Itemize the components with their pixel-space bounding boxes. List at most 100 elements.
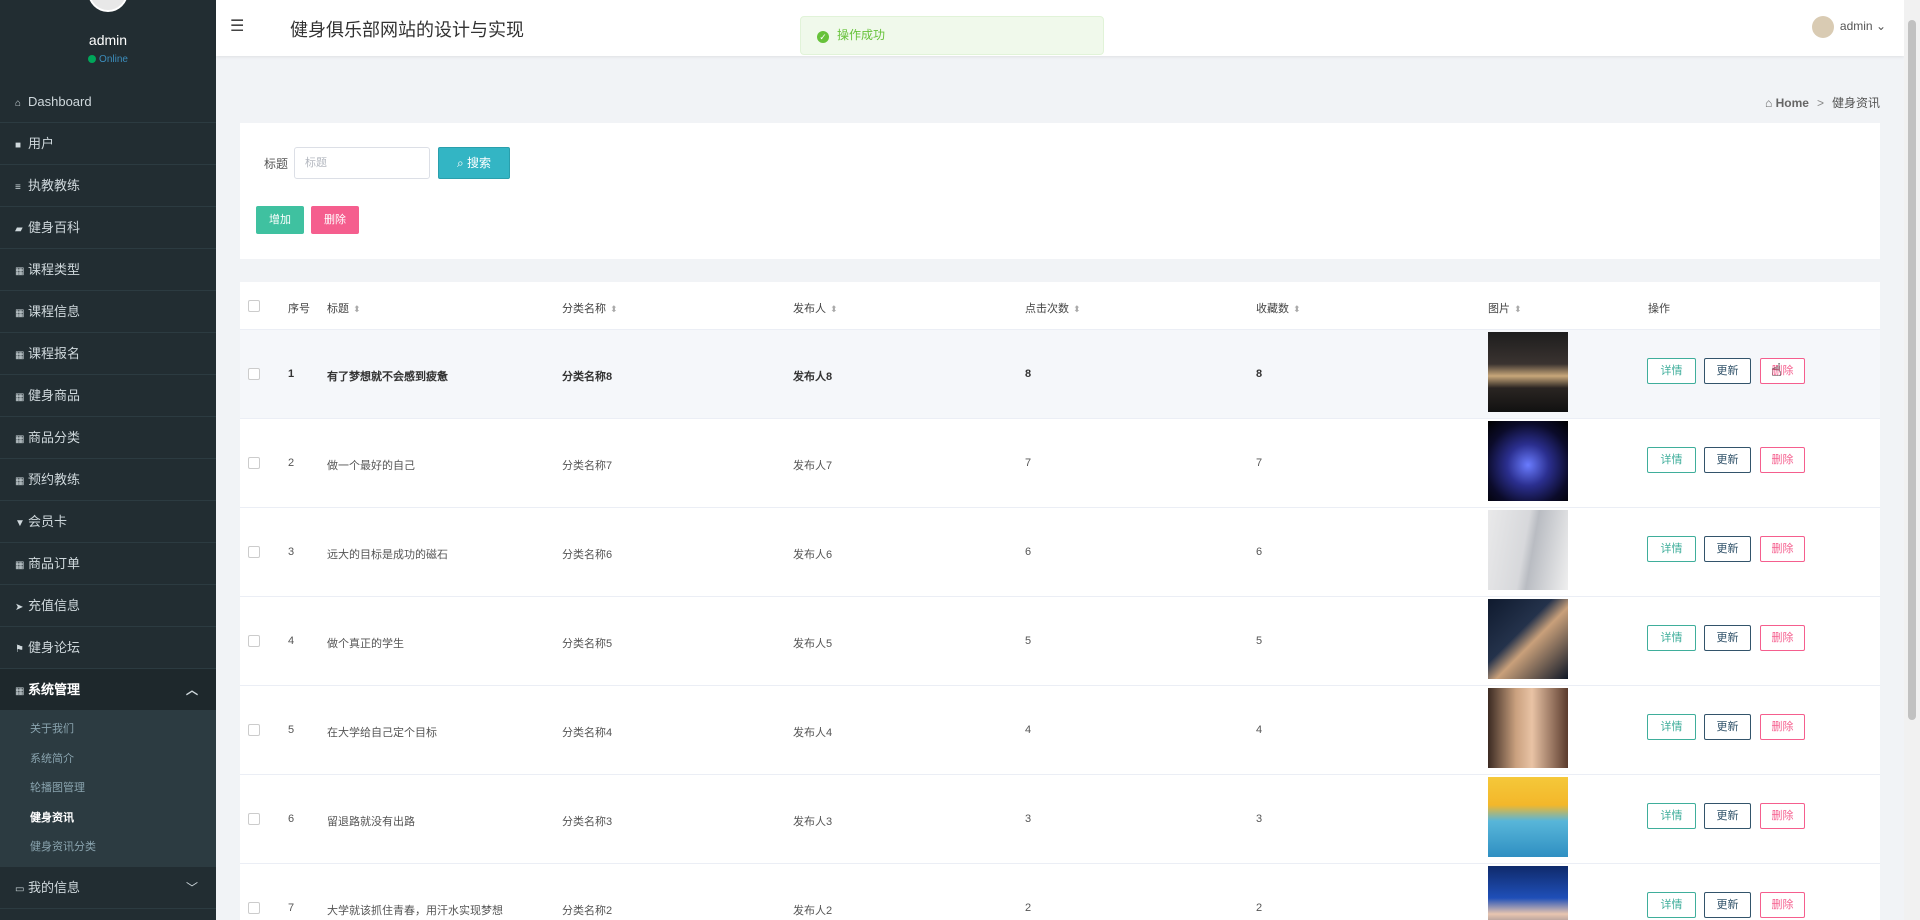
row-checkbox[interactable] xyxy=(248,546,260,558)
submenu-item-intro[interactable]: 系统简介 xyxy=(0,745,216,775)
detail-button[interactable]: 详情 xyxy=(1647,358,1696,384)
update-button[interactable]: 更新 xyxy=(1704,714,1751,740)
news-thumbnail-image[interactable] xyxy=(1488,777,1568,857)
sort-icon[interactable]: ⬍ xyxy=(353,304,361,314)
sidebar-item-product-categories[interactable]: ▦ 商品分类 xyxy=(0,417,216,459)
sort-icon[interactable]: ⬍ xyxy=(1514,304,1522,314)
submenu-item-about[interactable]: 关于我们 xyxy=(0,715,216,745)
submenu-item-news[interactable]: 健身资讯 xyxy=(0,804,216,834)
column-header-favorites[interactable]: 收藏数 ⬍ xyxy=(1256,300,1301,316)
column-header-publisher[interactable]: 发布人 ⬍ xyxy=(793,300,838,316)
detail-button[interactable]: 详情 xyxy=(1647,447,1696,473)
row-checkbox[interactable] xyxy=(248,635,260,647)
breadcrumb: ⌂ Home > 健身资讯 xyxy=(1765,94,1880,111)
update-button[interactable]: 更新 xyxy=(1704,358,1751,384)
sort-icon[interactable]: ⬍ xyxy=(610,304,618,314)
detail-button[interactable]: 详情 xyxy=(1647,803,1696,829)
cell-no: 2 xyxy=(288,457,295,469)
update-button[interactable]: 更新 xyxy=(1704,803,1751,829)
table-row[interactable]: 4 做个真正的学生 分类名称5 发布人5 5 5 详情 更新 删除 xyxy=(240,597,1880,686)
select-all-checkbox[interactable] xyxy=(248,300,260,312)
news-thumbnail-image[interactable] xyxy=(1488,688,1568,768)
scrollbar-thumb[interactable] xyxy=(1908,20,1916,720)
row-delete-button[interactable]: 删除 xyxy=(1760,803,1805,829)
sidebar-item-products[interactable]: ▦ 健身商品 xyxy=(0,375,216,417)
breadcrumb-home[interactable]: ⌂ Home xyxy=(1765,96,1809,110)
table-row[interactable]: 7 大学就该抓住青春，用汗水实现梦想 分类名称2 发布人2 2 2 详情 更新 删除 xyxy=(240,864,1880,920)
row-checkbox[interactable] xyxy=(248,457,260,469)
row-checkbox[interactable] xyxy=(248,902,260,914)
sidebar-item-recharge[interactable]: ➤ 充值信息 xyxy=(0,585,216,627)
sidebar-item-label: 健身论坛 xyxy=(28,640,81,655)
sidebar-item-course-types[interactable]: ▦ 课程类型 xyxy=(0,249,216,291)
sidebar-item-dashboard[interactable]: ⌂ Dashboard xyxy=(0,81,216,123)
detail-button[interactable]: 详情 xyxy=(1647,892,1696,918)
row-checkbox[interactable] xyxy=(248,813,260,825)
table-row[interactable]: 6 留退路就没有出路 分类名称3 发布人3 3 3 详情 更新 删除 xyxy=(240,775,1880,864)
cell-favorites: 5 xyxy=(1256,635,1263,647)
column-header-image[interactable]: 图片 ⬍ xyxy=(1488,300,1522,316)
cell-no: 1 xyxy=(288,368,295,380)
column-label: 点击次数 xyxy=(1025,303,1069,315)
row-delete-button[interactable]: 删除 xyxy=(1760,625,1805,651)
row-delete-button[interactable]: 删除 xyxy=(1760,358,1805,384)
row-checkbox[interactable] xyxy=(248,368,260,380)
grid-icon: ▦ xyxy=(15,476,25,487)
detail-button[interactable]: 详情 xyxy=(1647,625,1696,651)
news-thumbnail-image[interactable] xyxy=(1488,599,1568,679)
sidebar-item-forum[interactable]: ⚑ 健身论坛 xyxy=(0,627,216,669)
chevron-down-icon: ﹀ xyxy=(185,880,198,895)
column-header-title[interactable]: 标题 ⬍ xyxy=(327,300,361,316)
row-checkbox[interactable] xyxy=(248,724,260,736)
news-thumbnail-image[interactable] xyxy=(1488,421,1568,501)
search-button[interactable]: ⌕ 搜索 xyxy=(438,147,510,179)
add-button[interactable]: 增加 xyxy=(256,206,304,234)
menu-toggle-icon[interactable]: ☰ xyxy=(230,18,250,36)
update-button[interactable]: 更新 xyxy=(1704,625,1751,651)
detail-button[interactable]: 详情 xyxy=(1647,536,1696,562)
sort-icon[interactable]: ⬍ xyxy=(1293,304,1301,314)
row-delete-button[interactable]: 删除 xyxy=(1760,714,1805,740)
sort-icon[interactable]: ⬍ xyxy=(1073,304,1081,314)
sidebar-item-label: 课程报名 xyxy=(28,346,81,361)
grid-icon: ▦ xyxy=(15,308,25,319)
sidebar-item-users[interactable]: ■ 用户 xyxy=(0,123,216,165)
user-dropdown[interactable]: admin ⌄ xyxy=(1811,16,1886,38)
table-row[interactable]: 3 远大的目标是成功的磁石 分类名称6 发布人6 6 6 详情 更新 删除 xyxy=(240,508,1880,597)
breadcrumb-current: 健身资讯 xyxy=(1831,96,1880,110)
row-delete-button[interactable]: 删除 xyxy=(1760,892,1805,918)
sidebar-item-coach-booking[interactable]: ▦ 预约教练 xyxy=(0,459,216,501)
sidebar-item-course-info[interactable]: ▦ 课程信息 xyxy=(0,291,216,333)
column-header-category[interactable]: 分类名称 ⬍ xyxy=(562,300,618,316)
card-icon: ▭ xyxy=(15,883,25,895)
sidebar-item-system[interactable]: ▦ 系统管理 ︿ xyxy=(0,669,216,711)
update-button[interactable]: 更新 xyxy=(1704,892,1751,918)
table-row[interactable]: 2 做一个最好的自己 分类名称7 发布人7 7 7 详情 更新 删除 xyxy=(240,419,1880,508)
sidebar-item-orders[interactable]: ▦ 商品订单 xyxy=(0,543,216,585)
submenu-item-news-category[interactable]: 健身资讯分类 xyxy=(0,833,216,863)
update-button[interactable]: 更新 xyxy=(1704,447,1751,473)
news-thumbnail-image[interactable] xyxy=(1488,510,1568,590)
cell-no: 6 xyxy=(288,813,295,825)
sidebar-item-membership[interactable]: ▼ 会员卡 xyxy=(0,501,216,543)
detail-button[interactable]: 详情 xyxy=(1647,714,1696,740)
table-row[interactable]: 1 有了梦想就不会感到疲惫 分类名称8 发布人8 8 8 详情 更新 删除 xyxy=(240,330,1880,419)
sidebar-item-course-enroll[interactable]: ▦ 课程报名 xyxy=(0,333,216,375)
update-button[interactable]: 更新 xyxy=(1704,536,1751,562)
search-input[interactable] xyxy=(294,147,430,179)
sort-icon[interactable]: ⬍ xyxy=(830,304,838,314)
column-header-clicks[interactable]: 点击次数 ⬍ xyxy=(1025,300,1081,316)
news-thumbnail-image[interactable] xyxy=(1488,332,1568,412)
news-thumbnail-image[interactable] xyxy=(1488,866,1568,920)
delete-button[interactable]: 删除 xyxy=(311,206,359,234)
sidebar-item-my-info[interactable]: ▭ 我的信息 ﹀ xyxy=(0,867,216,909)
row-delete-button[interactable]: 删除 xyxy=(1760,536,1805,562)
sidebar-item-coaches[interactable]: ≡ 执教教练 xyxy=(0,165,216,207)
vertical-scrollbar[interactable] xyxy=(1904,0,1920,920)
sidebar-item-label: 健身百科 xyxy=(28,220,81,235)
sidebar-item-encyclopedia[interactable]: ▰ 健身百科 xyxy=(0,207,216,249)
table-row[interactable]: 5 在大学给自己定个目标 分类名称4 发布人4 4 4 详情 更新 删除 xyxy=(240,686,1880,775)
cell-publisher: 发布人3 xyxy=(793,816,833,828)
submenu-item-carousel[interactable]: 轮播图管理 xyxy=(0,774,216,804)
row-delete-button[interactable]: 删除 xyxy=(1760,447,1805,473)
